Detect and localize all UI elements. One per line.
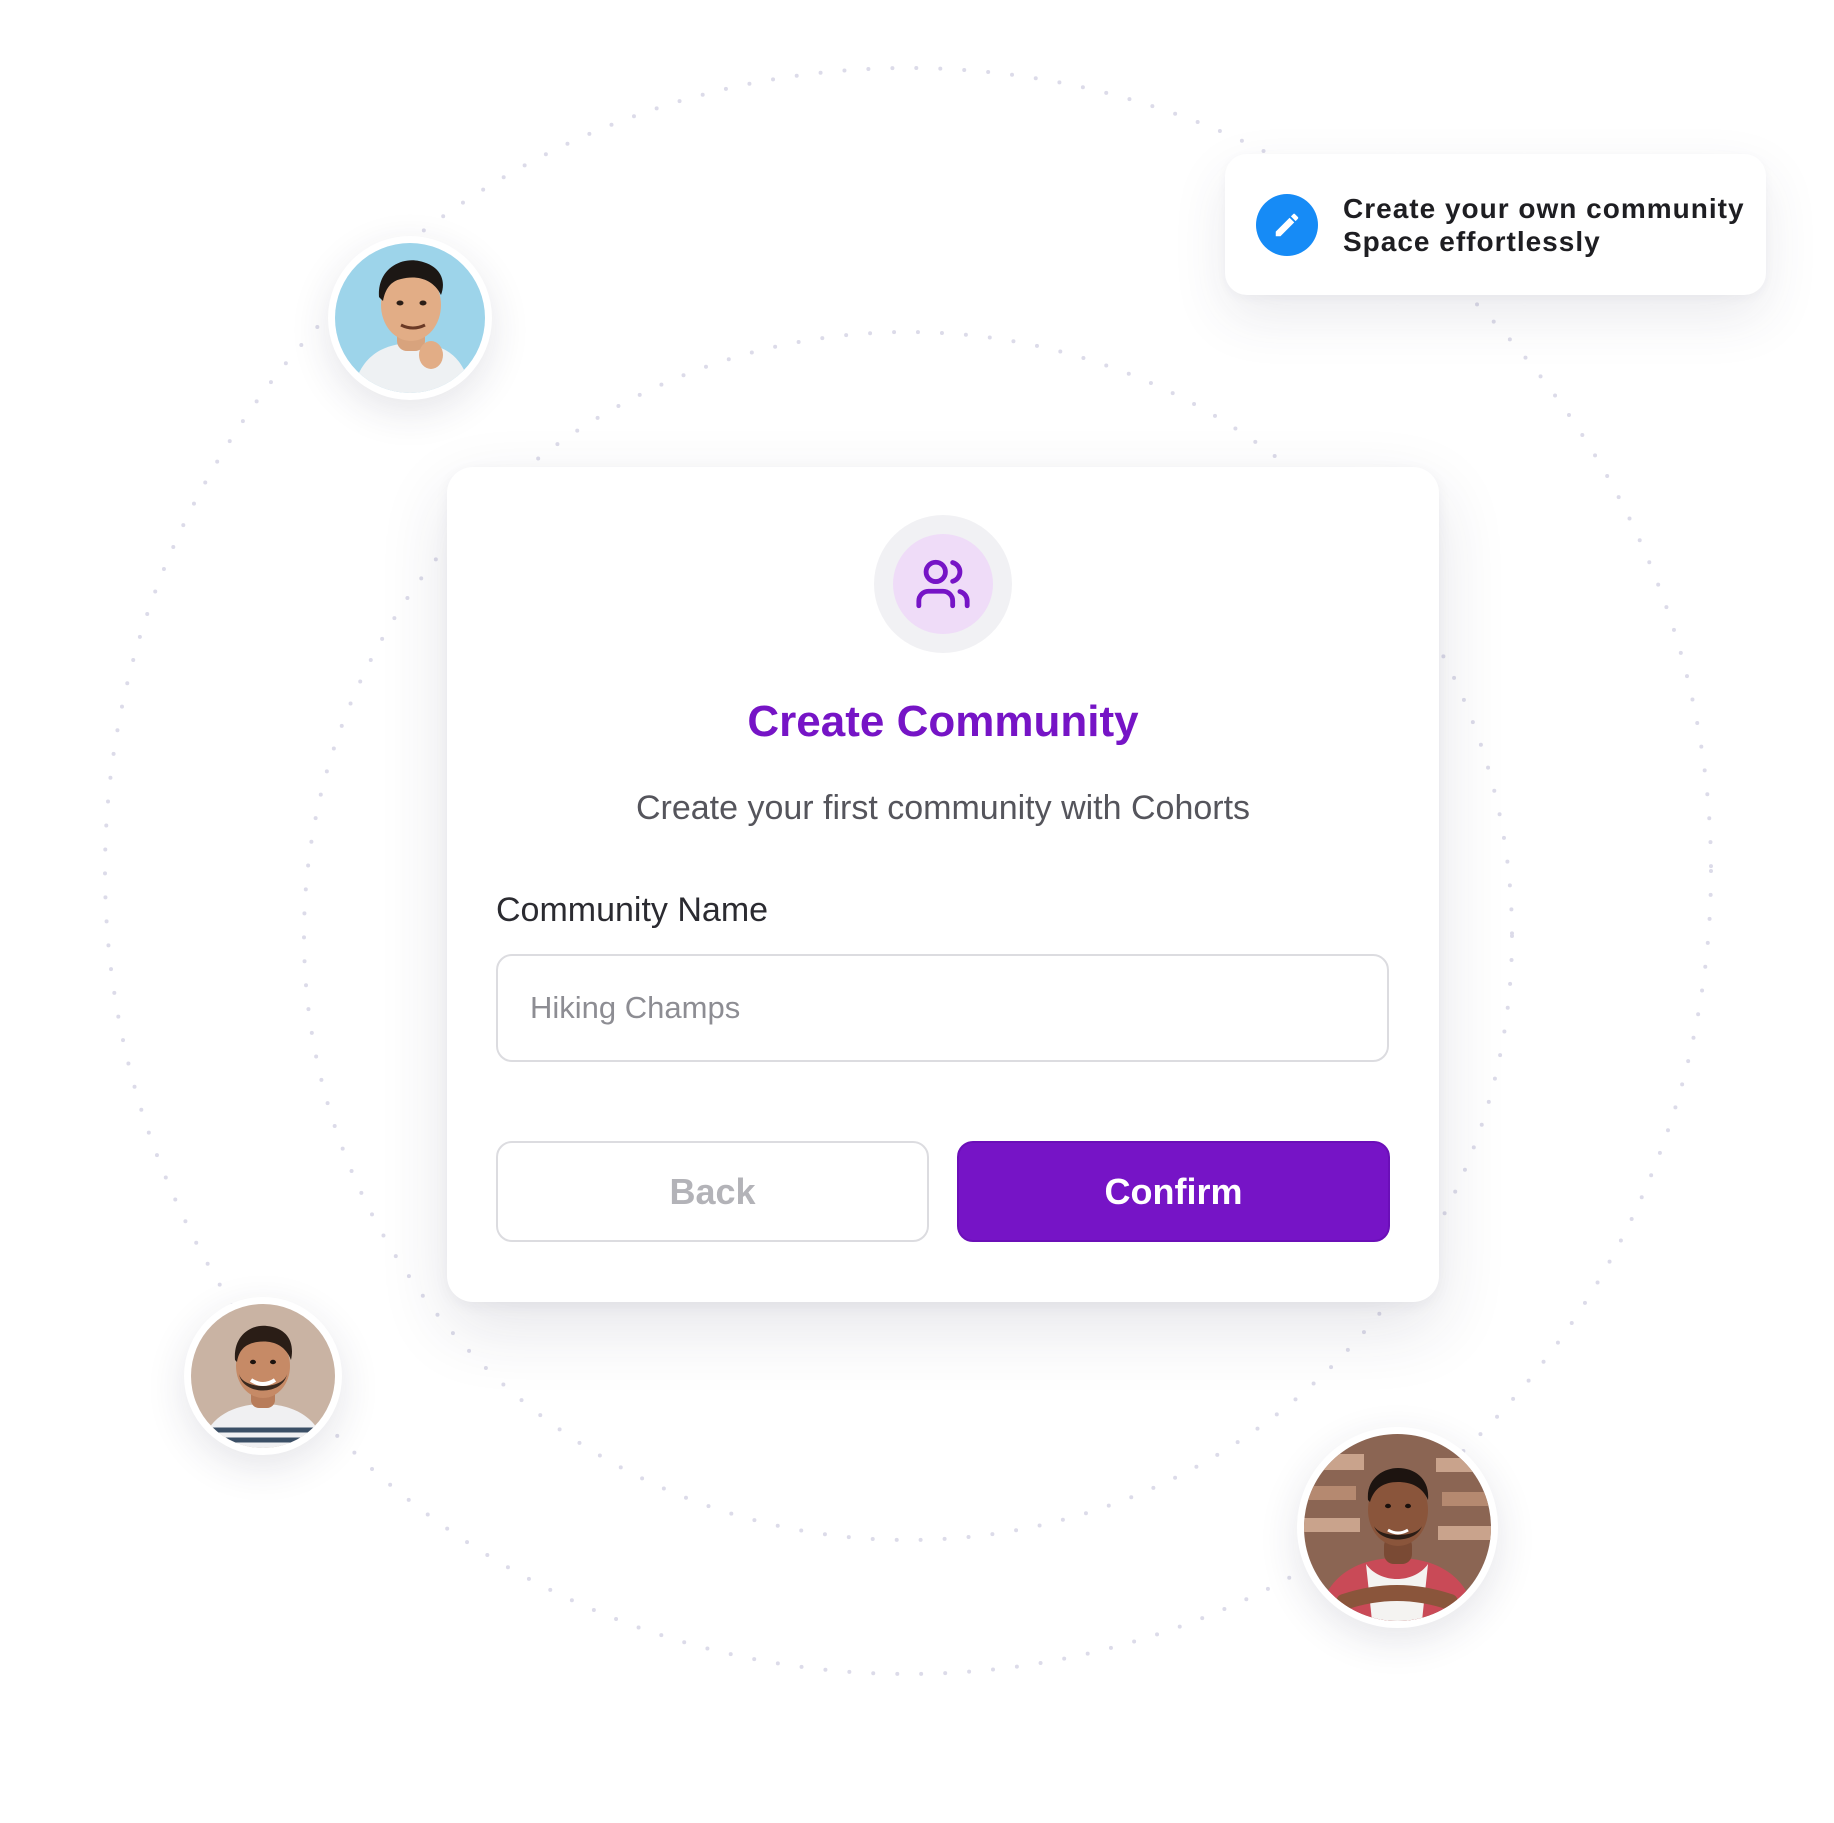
info-toast: Create your own community Space effortle…: [1225, 154, 1766, 295]
confirm-button[interactable]: Confirm: [957, 1141, 1390, 1242]
create-community-dialog: Create Community Create your first commu…: [447, 467, 1439, 1302]
community-name-label: Community Name: [496, 891, 769, 929]
pencil-icon: [1256, 193, 1318, 256]
dialog-icon-badge: [874, 515, 1012, 653]
users-icon: [916, 559, 970, 609]
dialog-subtitle: Create your first community with Cohorts: [635, 789, 1251, 827]
back-button[interactable]: Back: [496, 1141, 929, 1242]
toast-line-2: Space effortlessly: [1343, 225, 1601, 257]
toast-line-1: Create your own community: [1343, 192, 1745, 224]
community-name-input[interactable]: [496, 954, 1389, 1062]
dialog-title: Create Community: [747, 697, 1139, 746]
avatar-man-light-blue: [328, 236, 492, 400]
avatar-man-in-apron: [1297, 1427, 1498, 1628]
avatar-smiling-man: [184, 1297, 342, 1455]
toast-text: Create your own community Space effortle…: [1343, 192, 1745, 258]
